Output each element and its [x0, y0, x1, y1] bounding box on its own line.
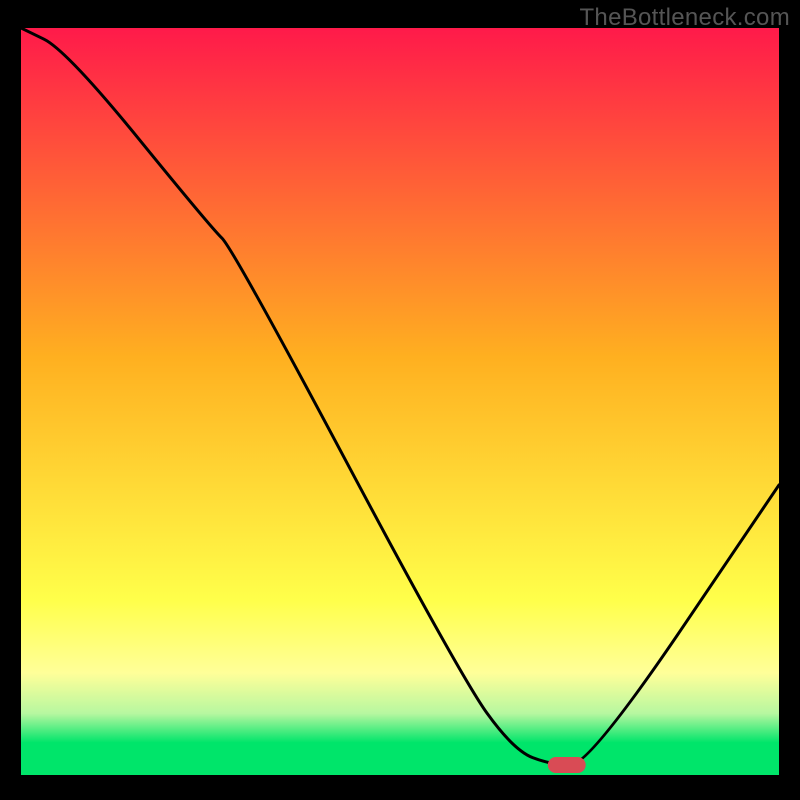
plot-area: [21, 28, 779, 779]
optimal-marker: [548, 757, 586, 773]
bottleneck-chart: [21, 28, 779, 779]
chart-frame: TheBottleneck.com: [0, 0, 800, 800]
